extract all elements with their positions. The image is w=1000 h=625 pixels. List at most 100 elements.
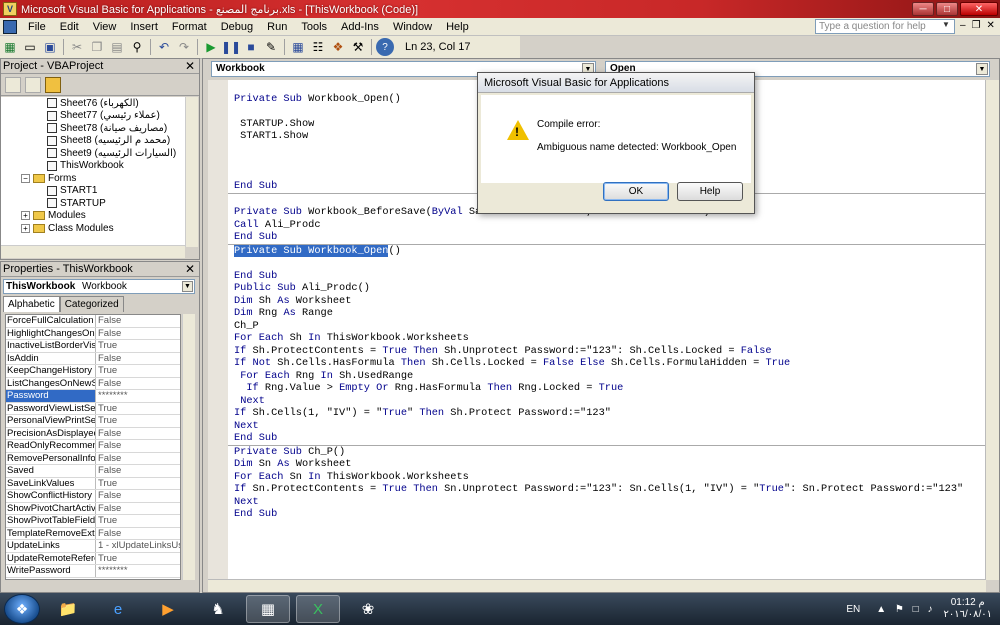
object-selector[interactable]: ThisWorkbook Workbook ▼ (3, 279, 195, 294)
object-browser-icon[interactable]: ❖ (329, 38, 347, 56)
tab-alphabetic[interactable]: Alphabetic (3, 296, 60, 312)
code-line[interactable]: Next (228, 420, 986, 433)
undo-icon[interactable]: ↶ (155, 38, 173, 56)
menu-debug[interactable]: Debug (214, 21, 260, 33)
property-row[interactable]: PasswordViewListSettngTrue (6, 402, 180, 415)
run-icon[interactable]: ▶ (202, 38, 220, 56)
property-value[interactable]: True (96, 365, 180, 377)
property-value[interactable]: False (96, 315, 180, 327)
property-row[interactable]: PrecisionAsDisplayed False (6, 427, 180, 440)
property-row[interactable]: SaveLinkValues True (6, 477, 180, 490)
find-icon[interactable]: ⚲ (128, 38, 146, 56)
code-line[interactable]: Next (228, 496, 986, 509)
minimize-button[interactable]: ─ (912, 2, 934, 16)
expand-icon[interactable]: + (21, 223, 30, 233)
tree-item[interactable]: START1 (1, 185, 185, 198)
code-line[interactable]: If Sn.ProtectContents = True Then Sn.Unp… (228, 483, 986, 496)
property-row[interactable]: UpdateRemoteReferencTrue (6, 552, 180, 565)
code-line[interactable]: If Not Sh.Cells.HasFormula Then Sh.Cells… (228, 357, 986, 370)
code-line[interactable]: For Each Rng In Sh.UsedRange (228, 370, 986, 383)
chevron-down-icon[interactable]: ▼ (976, 63, 988, 75)
code-line[interactable]: If Rng.Value > Empty Or Rng.HasFormula T… (228, 382, 986, 395)
tree-item[interactable]: STARTUP (1, 197, 185, 210)
code-line[interactable]: For Each Sh In ThisWorkbook.Worksheets (228, 332, 986, 345)
property-value[interactable]: False (96, 440, 180, 452)
property-row[interactable]: HighlightChangesOnScrFalse (6, 327, 180, 340)
code-line[interactable]: Dim Sn As Worksheet (228, 458, 986, 471)
code-line[interactable]: End Sub (228, 270, 986, 283)
view-excel-icon[interactable]: ▦ (1, 38, 19, 56)
media-player-icon[interactable]: ▶ (146, 595, 190, 623)
property-value[interactable]: False (96, 453, 180, 465)
tree-item[interactable]: Sheet8 (محمد م الرئيسيه) (1, 135, 185, 148)
project-hscroll[interactable] (1, 245, 185, 258)
design-mode-icon[interactable]: ✎ (262, 38, 280, 56)
property-row[interactable]: TemplateRemoveExtDatFalse (6, 527, 180, 540)
property-row[interactable]: ReadOnlyRecommendecFalse (6, 440, 180, 453)
chess-icon[interactable]: ♞ (196, 595, 240, 623)
property-value[interactable]: ******** (96, 390, 180, 402)
property-row[interactable]: UpdateLinks1 - xlUpdateLinksUser (6, 540, 180, 553)
close-button[interactable]: ✕ (960, 2, 998, 16)
property-value[interactable]: False (96, 528, 180, 540)
property-row[interactable]: ShowPivotChartActiveFFalse (6, 502, 180, 515)
menu-view[interactable]: View (86, 21, 124, 33)
property-value[interactable]: False (96, 465, 180, 477)
view-object-icon[interactable] (25, 76, 41, 93)
copy-icon[interactable]: ❐ (88, 38, 106, 56)
property-value[interactable]: 1 - xlUpdateLinksUser (96, 540, 180, 552)
property-value[interactable]: True (96, 340, 180, 352)
property-value[interactable]: True (96, 478, 180, 490)
toggle-folders-icon[interactable] (45, 76, 61, 93)
mdi-restore-icon[interactable]: ❐ (972, 20, 981, 31)
property-row[interactable]: PersonalViewPrintSettinTrue (6, 415, 180, 428)
maximize-button[interactable]: □ (936, 2, 958, 16)
property-value[interactable]: False (96, 378, 180, 390)
collapse-icon[interactable]: − (21, 173, 30, 183)
code-line[interactable]: Private Sub Workbook_Open() (228, 244, 986, 258)
code-line[interactable] (228, 257, 986, 270)
tab-categorized[interactable]: Categorized (59, 296, 124, 312)
insert-userform-icon[interactable]: ▭ (21, 38, 39, 56)
mdi-minimize-icon[interactable]: – (960, 20, 966, 31)
mdi-close-icon[interactable]: ✕ (987, 20, 995, 31)
save-icon[interactable]: ▣ (41, 38, 59, 56)
chevron-down-icon[interactable]: ▼ (942, 20, 950, 29)
code-line[interactable]: For Each Sn In ThisWorkbook.Worksheets (228, 471, 986, 484)
code-line[interactable]: If Sh.ProtectContents = True Then Sh.Unp… (228, 345, 986, 358)
tray-icons[interactable]: ▲ ⚑ □ ♪ (876, 604, 935, 615)
property-row[interactable]: IsAddin False (6, 352, 180, 365)
code-hscroll[interactable] (208, 579, 986, 592)
view-code-icon[interactable] (5, 76, 21, 93)
property-value[interactable]: False (96, 328, 180, 340)
property-value[interactable]: False (96, 428, 180, 440)
code-line[interactable]: End Sub (228, 432, 986, 445)
properties-vscroll[interactable] (182, 314, 195, 580)
tree-item[interactable]: Sheet77 (عملاء رئيسي) (1, 110, 185, 123)
ie-icon[interactable]: e (96, 595, 140, 623)
property-row[interactable]: ShowPivotTableFieldListTrue (6, 515, 180, 528)
code-line[interactable]: Call Ali_Prodc (228, 219, 986, 232)
property-row[interactable]: ListChangesOnNewSheeFalse (6, 377, 180, 390)
property-row[interactable]: Saved False (6, 465, 180, 478)
properties-window-icon[interactable]: ☷ (309, 38, 327, 56)
property-row[interactable]: InactiveListBorderVisibleTrue (6, 340, 180, 353)
redo-icon[interactable]: ↷ (175, 38, 193, 56)
menu-file[interactable]: File (21, 21, 53, 33)
property-value[interactable]: False (96, 503, 180, 515)
property-row[interactable]: Password ******** (6, 390, 180, 403)
chevron-down-icon[interactable]: ▼ (182, 281, 193, 292)
code-line[interactable]: If Sh.Cells(1, "IV") = "True" Then Sh.Pr… (228, 407, 986, 420)
menu-window[interactable]: Window (386, 21, 439, 33)
property-value[interactable]: True (96, 515, 180, 527)
break-icon[interactable]: ❚❚ (221, 38, 241, 56)
code-vscroll[interactable] (985, 80, 999, 580)
clock[interactable]: 01:12 م ٢٠١٦/٠٨/٠١ (943, 597, 992, 621)
tree-item[interactable]: + Class Modules (1, 222, 185, 235)
cut-icon[interactable]: ✂ (68, 38, 86, 56)
code-line[interactable]: Private Sub Ch_P() (228, 446, 986, 459)
project-vscroll[interactable] (185, 97, 198, 247)
tree-item[interactable]: Sheet78 (مصاريف صيانة) (1, 122, 185, 135)
explorer-icon[interactable]: 📁 (46, 595, 90, 623)
paint-icon[interactable]: ❀ (346, 595, 390, 623)
